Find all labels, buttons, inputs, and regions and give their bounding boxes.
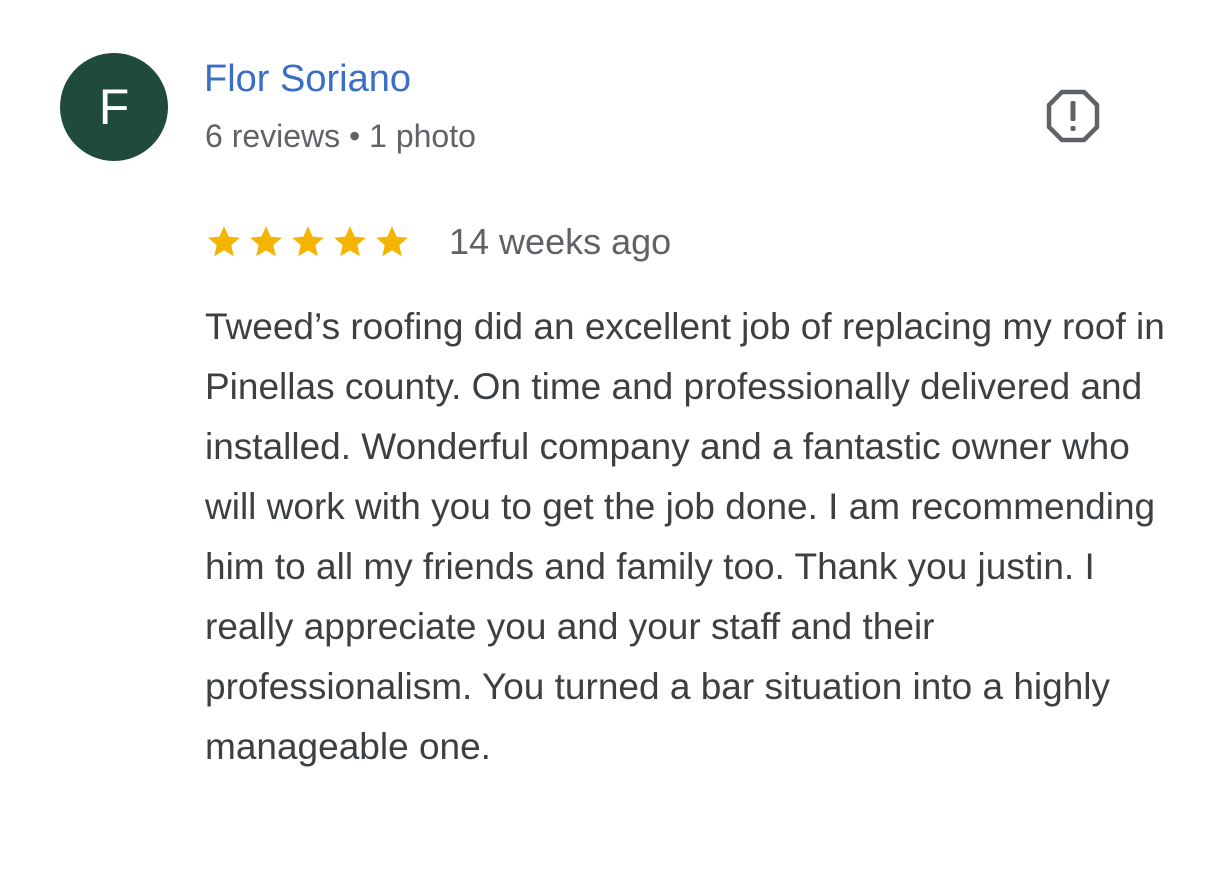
- star-icon: [292, 226, 324, 257]
- report-flag-icon: [1046, 89, 1100, 143]
- rating-row: 14 weeks ago: [205, 218, 671, 266]
- star-icon: [334, 226, 366, 257]
- reviewer-name-link[interactable]: Flor Soriano: [204, 58, 411, 101]
- report-review-button[interactable]: [1044, 87, 1102, 145]
- star-rating: [205, 223, 411, 261]
- review-text: Tweed’s roofing did an excellent job of …: [205, 306, 1165, 767]
- star-icon: [250, 226, 282, 257]
- review-time: 14 weeks ago: [449, 221, 672, 262]
- star-icon: [208, 226, 240, 257]
- reviewer-meta: 6 reviews • 1 photo: [205, 118, 476, 154]
- avatar[interactable]: F: [60, 53, 168, 161]
- star-icon: [376, 226, 408, 257]
